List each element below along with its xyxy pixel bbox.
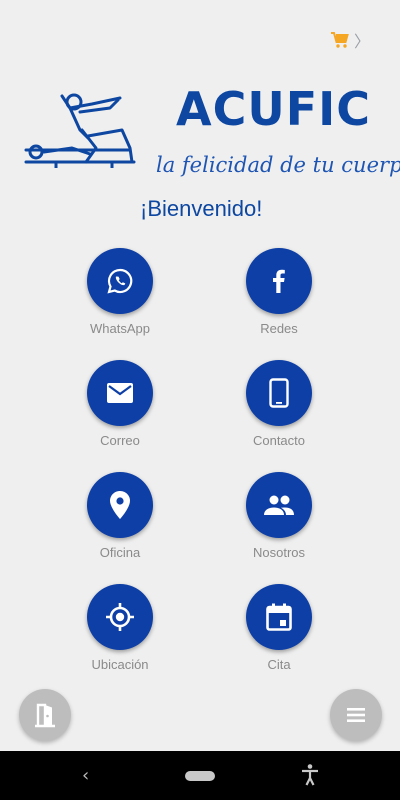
- menu-label: WhatsApp: [90, 321, 150, 336]
- brand-name: ACUFIC: [176, 82, 372, 136]
- menu-button[interactable]: [330, 689, 382, 741]
- gps-target-icon: [106, 603, 134, 631]
- massage-logo-icon: [24, 93, 136, 168]
- whatsapp-button[interactable]: [87, 248, 153, 314]
- redes-button[interactable]: [246, 248, 312, 314]
- system-navbar: ‹: [0, 751, 400, 800]
- chevron-right-icon: 〉: [353, 32, 370, 51]
- cart-button[interactable]: 〉: [330, 28, 370, 52]
- exit-button[interactable]: [19, 689, 71, 741]
- menu-item-contacto[interactable]: Contacto: [219, 360, 339, 448]
- menu-item-oficina[interactable]: Oficina: [60, 472, 180, 560]
- location-pin-icon: [110, 491, 130, 519]
- cart-icon: [330, 32, 349, 48]
- welcome-text: ¡Bienvenido!: [140, 196, 263, 221]
- nosotros-button[interactable]: [246, 472, 312, 538]
- menu-item-whatsapp[interactable]: WhatsApp: [60, 248, 180, 336]
- calendar-icon: [266, 603, 292, 631]
- facebook-icon: [273, 269, 285, 293]
- phone-icon: [269, 378, 289, 408]
- menu-item-redes[interactable]: Redes: [219, 248, 339, 336]
- menu-item-correo[interactable]: Correo: [60, 360, 180, 448]
- oficina-button[interactable]: [87, 472, 153, 538]
- whatsapp-icon: [107, 268, 133, 294]
- brand-slogan: la felicidad de tu cuerpo: [156, 153, 400, 177]
- accessibility-icon[interactable]: [300, 763, 320, 787]
- menu-item-nosotros[interactable]: Nosotros: [219, 472, 339, 560]
- contacto-button[interactable]: [246, 360, 312, 426]
- menu-item-ubicacion[interactable]: Ubicación: [60, 584, 180, 672]
- home-pill-icon[interactable]: [185, 771, 215, 781]
- hamburger-menu-icon: [347, 708, 365, 722]
- menu-label: Cita: [267, 657, 291, 672]
- menu-label: Redes: [260, 321, 298, 336]
- menu-label: Ubicación: [91, 657, 149, 672]
- back-icon[interactable]: ‹: [82, 765, 89, 786]
- menu-label: Contacto: [252, 433, 306, 448]
- ubicacion-button[interactable]: [87, 584, 153, 650]
- cita-button[interactable]: [246, 584, 312, 650]
- door-exit-icon: [35, 703, 55, 728]
- correo-button[interactable]: [87, 360, 153, 426]
- menu-item-cita[interactable]: Cita: [219, 584, 339, 672]
- menu-label: Correo: [100, 433, 140, 448]
- mail-icon: [107, 383, 133, 403]
- menu-label: Oficina: [99, 545, 141, 560]
- people-icon: [264, 495, 294, 515]
- menu-label: Nosotros: [252, 545, 306, 560]
